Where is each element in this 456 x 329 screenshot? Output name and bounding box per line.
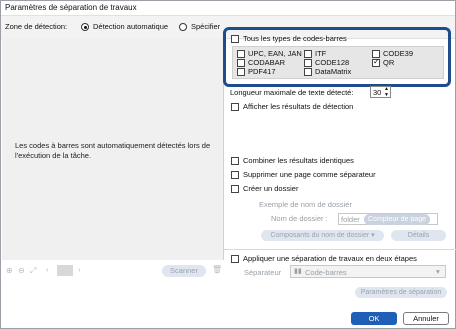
itf-label: ITF: [315, 49, 327, 58]
datamatrix-label: DataMatrix: [315, 67, 352, 76]
select-arrow-icon: ▾: [436, 267, 440, 276]
page-counter-chip: Compteur de page: [364, 214, 430, 225]
zoom-in-icon[interactable]: ⊕: [6, 266, 13, 275]
codabar-label: CODABAR: [248, 58, 286, 67]
max-length-stepper[interactable]: 30 ▲ ▼: [370, 86, 391, 98]
job-separation-dialog: Paramètres de séparation de travaux Zone…: [0, 0, 456, 329]
codabar-checkbox[interactable]: [237, 59, 245, 67]
separator-select[interactable]: ▮▮ Code-barres ▾: [290, 265, 446, 278]
dropdown-arrow-icon: ▾: [371, 232, 375, 239]
delete-separator-label[interactable]: Supprimer une page comme séparateur: [243, 170, 376, 179]
separator-label: Séparateur: [244, 268, 282, 277]
folder-components-label: Composants du nom de dossier: [270, 232, 370, 239]
detection-zone-label: Zone de détection:: [5, 22, 68, 31]
prev-page-icon[interactable]: ‹: [46, 265, 49, 274]
folder-name-label: Nom de dossier :: [271, 214, 328, 223]
all-types-label[interactable]: Tous les types de codes-barres: [243, 34, 347, 43]
create-folder-checkbox[interactable]: [231, 185, 239, 193]
specify-label[interactable]: Spécifier: [191, 22, 220, 31]
title-bar: Paramètres de séparation de travaux: [1, 1, 455, 15]
dialog-footer: OK Annuler: [1, 307, 455, 328]
trash-icon[interactable]: 🗑: [212, 265, 222, 274]
auto-detection-radio[interactable]: [81, 23, 89, 31]
folder-components-dropdown[interactable]: Composants du nom de dossier ▾: [261, 230, 384, 241]
delete-separator-checkbox[interactable]: [231, 171, 239, 179]
qr-checkbox[interactable]: [372, 57, 380, 67]
two-step-checkbox[interactable]: [231, 255, 239, 263]
folder-example-label: Exemple de nom de dossier: [259, 200, 352, 209]
show-results-checkbox[interactable]: [231, 103, 239, 111]
code39-label: CODE39: [383, 49, 414, 58]
preview-message: Les codes à barres sont automatiquement …: [15, 141, 211, 160]
ok-button[interactable]: OK: [351, 312, 397, 325]
window-title: Paramètres de séparation de travaux: [5, 3, 137, 12]
zoom-out-icon[interactable]: ⊖: [18, 266, 25, 275]
folder-name-field: folder Compteur de page: [338, 213, 438, 225]
details-button[interactable]: Détails: [391, 230, 446, 241]
auto-detection-label[interactable]: Détection automatique: [93, 22, 168, 31]
preview-pane: Les codes à barres sont automatiquement …: [2, 38, 224, 260]
qr-label: QR: [383, 58, 395, 67]
code128-checkbox[interactable]: [304, 59, 312, 67]
pdf417-label: PDF417: [248, 67, 276, 76]
next-page-icon[interactable]: ›: [78, 265, 81, 274]
create-folder-label[interactable]: Créer un dossier: [243, 184, 298, 193]
max-length-label: Longueur maximale de texte détecté:: [230, 88, 354, 97]
combine-checkbox[interactable]: [231, 157, 239, 165]
fit-icon[interactable]: ⤢: [30, 266, 36, 276]
scan-button[interactable]: Scanner: [162, 265, 206, 277]
combine-label[interactable]: Combiner les résultats identiques: [243, 156, 354, 165]
code128-label: CODE128: [315, 58, 350, 67]
cancel-button[interactable]: Annuler: [403, 312, 449, 325]
max-length-value[interactable]: 30: [373, 88, 381, 97]
all-types-checkbox[interactable]: [231, 35, 239, 43]
specify-radio[interactable]: [179, 23, 187, 31]
upc-checkbox[interactable]: [237, 50, 245, 58]
preview-toolbar: ⊕ ⊖ ⤢ ‹ › Scanner 🗑: [2, 261, 223, 281]
itf-checkbox[interactable]: [304, 50, 312, 58]
pdf417-checkbox[interactable]: [237, 68, 245, 76]
spin-down-icon[interactable]: ▼: [384, 92, 389, 98]
barcode-icon: ▮▮: [294, 268, 302, 275]
two-step-label[interactable]: Appliquer une séparation de travaux en d…: [243, 254, 417, 263]
upc-label: UPC, EAN, JAN: [248, 49, 302, 58]
datamatrix-checkbox[interactable]: [304, 68, 312, 76]
page-number-box[interactable]: [57, 265, 73, 276]
section-divider: [224, 249, 456, 250]
show-results-label[interactable]: Afficher les résultats de détection: [243, 102, 353, 111]
separation-params-button[interactable]: Paramètres de séparation: [355, 287, 447, 298]
folder-prefix: folder: [341, 215, 360, 224]
separator-value: Code-barres: [305, 268, 347, 277]
